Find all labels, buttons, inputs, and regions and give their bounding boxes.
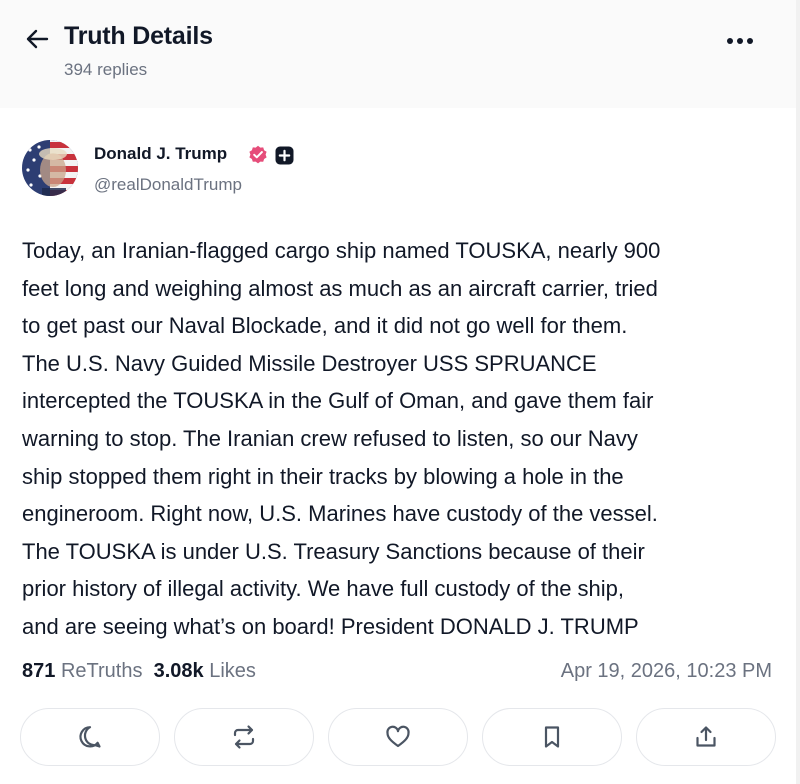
share-icon xyxy=(696,726,716,747)
retruth-icon xyxy=(233,725,255,749)
scrollbar-track xyxy=(796,0,800,784)
reply-button[interactable] xyxy=(20,708,160,766)
likes-count: 3.08k xyxy=(153,660,204,682)
bookmark-icon xyxy=(544,726,560,748)
reply-icon xyxy=(79,726,101,748)
page-header: Truth Details 394 replies xyxy=(0,0,796,108)
post-timestamp: Apr 19, 2026, 10:23 PM xyxy=(560,660,772,682)
more-options-button[interactable] xyxy=(722,30,758,52)
page-title: Truth Details xyxy=(64,22,213,50)
post-text: Today, an Iranian-flagged cargo ship nam… xyxy=(22,238,661,639)
retruth-button[interactable] xyxy=(174,708,314,766)
post-stats: 871 ReTruths 3.08k Likes xyxy=(22,660,256,683)
avatar[interactable] xyxy=(22,140,78,196)
replies-count[interactable]: 394 replies xyxy=(64,60,147,80)
bookmark-button[interactable] xyxy=(482,708,622,766)
action-bar xyxy=(20,708,776,768)
likes-label: Likes xyxy=(209,660,256,682)
arrow-left-icon xyxy=(26,29,49,49)
heart-icon xyxy=(386,725,410,748)
likes-stat[interactable]: 3.08k Likes xyxy=(154,660,256,682)
share-button[interactable] xyxy=(636,708,776,766)
author-name[interactable]: Donald J. Trump xyxy=(94,144,227,164)
retruths-label: ReTruths xyxy=(60,660,143,682)
plus-badge-icon xyxy=(275,146,294,165)
back-button[interactable] xyxy=(24,26,50,52)
flag-portrait-avatar-image xyxy=(22,140,78,196)
more-horizontal-icon xyxy=(727,38,753,44)
like-button[interactable] xyxy=(328,708,468,766)
retruths-stat[interactable]: 871 ReTruths xyxy=(22,660,142,682)
author-handle[interactable]: @realDonaldTrump xyxy=(94,175,242,195)
verified-badge-icon xyxy=(249,145,267,164)
retruths-count: 871 xyxy=(22,660,56,682)
